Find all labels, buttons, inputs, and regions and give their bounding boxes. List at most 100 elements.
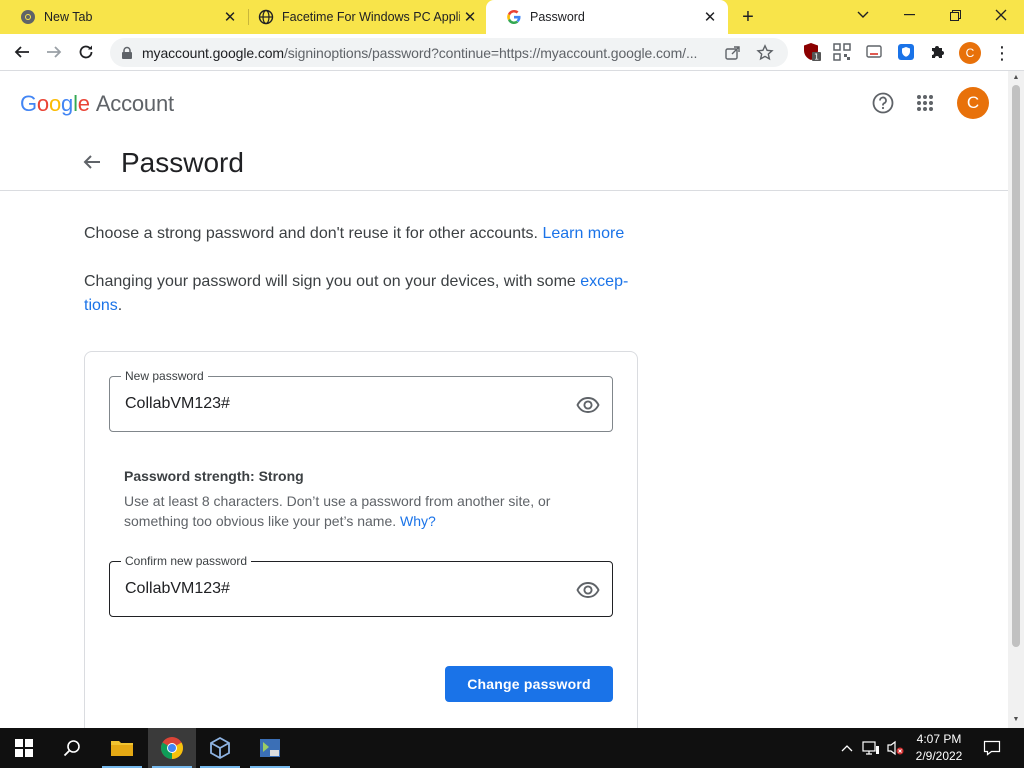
blue-extension-icon[interactable] bbox=[896, 42, 916, 62]
tab-title: New Tab bbox=[44, 10, 93, 24]
signout-sentence: Changing your password will sign you out… bbox=[84, 273, 576, 290]
url-host: myaccount.google.com bbox=[142, 44, 284, 61]
notifications-button[interactable] bbox=[978, 728, 1006, 768]
apps-grid-icon[interactable] bbox=[913, 91, 937, 115]
chrome-icon bbox=[21, 10, 35, 24]
new-password-field[interactable]: New password CollabVM123# bbox=[109, 369, 613, 432]
close-icon[interactable]: ✕ bbox=[220, 7, 240, 27]
strength-help-text: Use at least 8 characters. Don’t use a p… bbox=[124, 493, 551, 529]
cast-extension-icon[interactable] bbox=[864, 42, 884, 62]
logo-letter: o bbox=[36, 91, 49, 116]
account-label: Account bbox=[95, 91, 174, 116]
extensions-button[interactable] bbox=[928, 42, 948, 62]
tab-facetime[interactable]: Facetime For Windows PC Applic ✕ bbox=[238, 0, 488, 34]
confirm-password-field[interactable]: Confirm new password CollabVM123# bbox=[109, 554, 613, 617]
account-avatar[interactable]: C bbox=[957, 87, 989, 119]
period-text: . bbox=[117, 297, 123, 314]
shield-check-icon bbox=[898, 44, 914, 60]
new-tab-button[interactable]: + bbox=[738, 7, 758, 27]
restore-icon bbox=[949, 9, 961, 21]
lock-icon[interactable] bbox=[120, 46, 134, 60]
tab-password[interactable]: Password ✕ bbox=[486, 0, 728, 34]
clock-date: 2/9/2022 bbox=[915, 749, 963, 763]
web-page: Google Account C Password Choose a strong… bbox=[0, 71, 1008, 728]
url-text[interactable]: myaccount.google.com/signinoptions/passw… bbox=[142, 45, 724, 61]
qr-extension-icon[interactable] bbox=[832, 42, 852, 62]
url-path: /signinoptions/password?continue=https:/… bbox=[283, 44, 698, 61]
confirm-password-value[interactable]: CollabVM123# bbox=[125, 580, 230, 598]
back-button[interactable] bbox=[8, 38, 36, 66]
why-link[interactable]: Why? bbox=[400, 513, 436, 529]
browser-toolbar: myaccount.google.com/signinoptions/passw… bbox=[0, 34, 1024, 71]
virtualbox-button[interactable] bbox=[196, 728, 244, 768]
logo-letter: g bbox=[61, 91, 74, 116]
exceptions-link-continued[interactable]: tions bbox=[84, 297, 118, 314]
qr-code-icon bbox=[833, 43, 851, 61]
svg-text:1: 1 bbox=[814, 53, 819, 62]
scroll-up-icon[interactable]: ▲ bbox=[1012, 74, 1020, 82]
chevron-down-icon bbox=[857, 11, 869, 18]
password-form-card: New password CollabVM123# Password stren… bbox=[84, 351, 638, 728]
more-menu-icon[interactable]: ⋮ bbox=[993, 42, 1011, 64]
intro-sentence: Choose a strong password and don't reuse… bbox=[84, 225, 538, 242]
learn-more-link[interactable]: Learn more bbox=[542, 225, 624, 242]
question-mark-icon bbox=[872, 92, 894, 114]
help-icon[interactable] bbox=[871, 91, 895, 115]
vm-xp-icon bbox=[260, 739, 280, 757]
minimize-button[interactable] bbox=[886, 0, 932, 30]
start-button[interactable] bbox=[0, 728, 48, 768]
network-tray-icon[interactable] bbox=[860, 728, 882, 768]
ublock-extension-icon[interactable]: 1 bbox=[802, 42, 822, 62]
close-icon bbox=[995, 9, 1007, 21]
windows-taskbar: 4:07 PM 2/9/2022 bbox=[0, 728, 1024, 768]
share-icon[interactable] bbox=[724, 44, 742, 62]
scroll-down-icon[interactable]: ▼ bbox=[1012, 716, 1020, 724]
notification-icon bbox=[983, 740, 1001, 756]
profile-avatar-button[interactable]: C bbox=[959, 42, 981, 64]
folder-icon bbox=[111, 741, 133, 756]
cube-icon bbox=[210, 736, 230, 760]
vm-app-button[interactable] bbox=[246, 728, 294, 768]
close-icon[interactable]: ✕ bbox=[460, 7, 480, 27]
eye-icon[interactable] bbox=[576, 393, 600, 417]
intro-text: Choose a strong password and don't reuse… bbox=[84, 222, 644, 246]
arrow-left-icon bbox=[14, 46, 29, 58]
shield-icon: 1 bbox=[804, 43, 821, 62]
puzzle-icon bbox=[932, 46, 944, 58]
forward-button[interactable] bbox=[40, 38, 68, 66]
tab-new-tab[interactable]: New Tab ✕ bbox=[0, 0, 248, 34]
search-button[interactable] bbox=[48, 728, 96, 768]
system-clock[interactable]: 4:07 PM 2/9/2022 bbox=[906, 731, 972, 765]
file-explorer-button[interactable] bbox=[98, 728, 146, 768]
password-strength-label: Password strength: Strong bbox=[124, 468, 304, 484]
confirm-password-label: Confirm new password bbox=[121, 554, 252, 568]
signout-note: Changing your password will sign you out… bbox=[84, 270, 644, 318]
new-password-value[interactable]: CollabVM123# bbox=[125, 395, 230, 413]
chrome-taskbar-button[interactable] bbox=[148, 728, 196, 768]
volume-tray-icon[interactable] bbox=[884, 728, 906, 768]
close-icon[interactable]: ✕ bbox=[700, 7, 720, 27]
speaker-muted-icon bbox=[887, 740, 904, 756]
eye-icon[interactable] bbox=[576, 578, 600, 602]
exceptions-link[interactable]: excep- bbox=[580, 273, 628, 290]
clock-time: 4:07 PM bbox=[916, 732, 962, 746]
minimize-icon bbox=[903, 14, 915, 16]
scrollbar-thumb[interactable] bbox=[1012, 85, 1020, 647]
google-account-logo[interactable]: Google Account bbox=[20, 91, 174, 117]
change-password-button[interactable]: Change password bbox=[445, 666, 613, 702]
address-bar[interactable]: myaccount.google.com/signinoptions/passw… bbox=[110, 38, 788, 67]
page-scrollbar[interactable]: ▲ ▼ bbox=[1008, 71, 1024, 728]
logo-letter: G bbox=[20, 91, 37, 116]
star-icon[interactable] bbox=[756, 43, 774, 62]
page-title-bar: Password bbox=[0, 135, 1008, 191]
cast-icon bbox=[866, 45, 882, 58]
restore-button[interactable] bbox=[932, 0, 978, 30]
back-arrow-icon[interactable] bbox=[80, 150, 104, 174]
chrome-icon bbox=[161, 737, 183, 759]
show-hidden-icons-button[interactable] bbox=[838, 728, 856, 768]
tab-search-button[interactable] bbox=[840, 0, 886, 30]
close-window-button[interactable] bbox=[978, 0, 1024, 30]
grid-dots-icon bbox=[917, 95, 933, 111]
network-icon bbox=[862, 741, 879, 755]
reload-button[interactable] bbox=[72, 38, 100, 66]
